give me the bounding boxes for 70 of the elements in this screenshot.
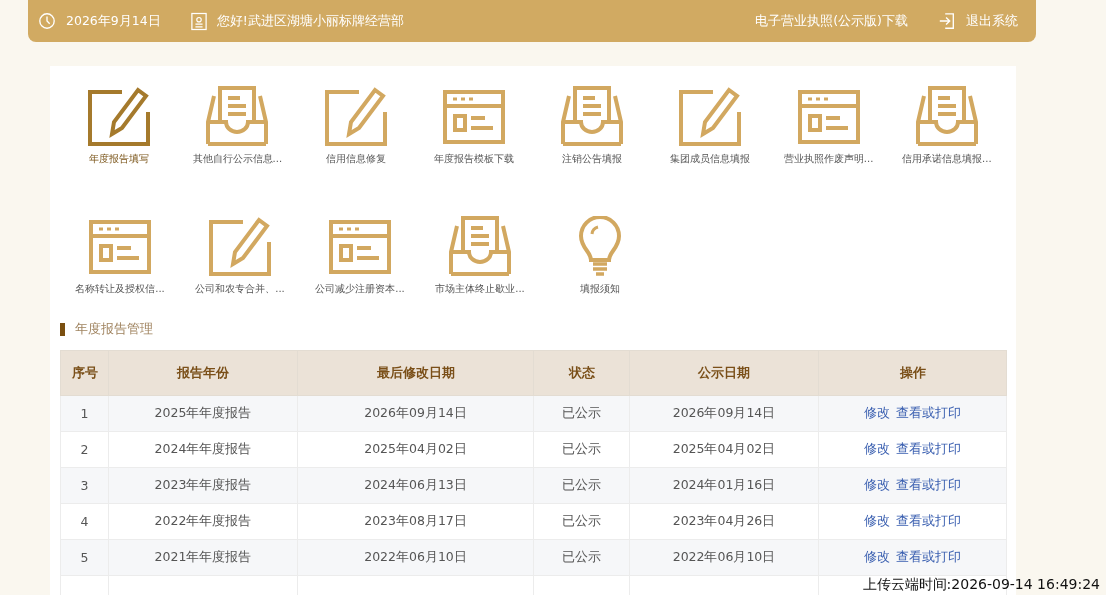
action-link[interactable]: 查看或打印 (896, 477, 961, 492)
action-link[interactable]: 修改 (864, 477, 890, 492)
shortcut-tile[interactable]: 集团成员信息填报 (651, 86, 770, 166)
table-cell: 2026年09月14日 (297, 395, 534, 432)
upload-timestamp: 上传云端时间:2026-09-14 16:49:24 (862, 576, 1100, 592)
section-title: 年度报告管理 (75, 320, 153, 338)
table-cell: 2022年年度报告 (108, 503, 298, 540)
section-marker (60, 322, 65, 336)
table-cell: 1 (60, 395, 109, 432)
table-cell: 2025年年度报告 (108, 395, 298, 432)
table-cell: 2023年04月26日 (629, 503, 819, 540)
greeting-text: 您好!武进区湖塘小丽标牌经营部 (216, 12, 404, 30)
inbox-tray-icon (447, 216, 513, 278)
table-cell: 已公示 (533, 467, 630, 504)
shortcut-tile[interactable]: 营业执照作废声明... (769, 86, 888, 166)
table-cell: 已公示 (533, 395, 630, 432)
user-badge-icon (190, 11, 207, 31)
pencil-edit-icon (677, 86, 744, 148)
shortcut-tile[interactable]: 信用信息修复 (296, 86, 415, 166)
table-cell: 2026年09月14日 (629, 395, 819, 432)
inbox-tray-icon (913, 86, 980, 148)
table-cell: 已公示 (533, 539, 630, 576)
inbox-tray-icon (559, 86, 626, 148)
shortcut-tile[interactable]: 其他自行公示信息... (178, 86, 297, 166)
action-link[interactable]: 查看或打印 (896, 513, 961, 528)
inbox-tray-icon (204, 86, 271, 148)
table-cell: 5 (60, 539, 109, 576)
exit-icon (938, 12, 956, 30)
action-link[interactable]: 查看或打印 (896, 441, 961, 456)
shortcut-tile[interactable]: 信用承诺信息填报... (887, 86, 1006, 166)
table-cell: 2024年01月16日 (629, 467, 819, 504)
action-link[interactable]: 修改 (864, 441, 890, 456)
table-cell: 已公示 (533, 431, 630, 468)
table-cell: 2021年年度报告 (108, 539, 298, 576)
shortcut-tile[interactable]: 注销公告填报 (533, 86, 652, 166)
shortcut-tile[interactable]: 年度报告填写 (60, 86, 179, 166)
table-cell: 2024年年度报告 (108, 431, 298, 468)
column-header: 状态 (533, 350, 630, 396)
pencil-edit-icon (207, 216, 273, 278)
action-link[interactable]: 修改 (864, 405, 890, 420)
column-header: 公示日期 (629, 350, 819, 396)
shortcut-tile[interactable]: 填报须知 (540, 216, 660, 296)
table-cell: 2025年04月02日 (297, 431, 534, 468)
table-cell: 2022年06月10日 (297, 539, 534, 576)
table-cell: 4 (60, 503, 109, 540)
table-cell: 已公示 (533, 503, 630, 540)
column-header: 最后修改日期 (297, 350, 534, 396)
shortcut-tile[interactable]: 年度报告模板下载 (414, 86, 533, 166)
table-cell: 2025年04月02日 (629, 431, 819, 468)
table-cell: 3 (60, 467, 109, 504)
clock-icon (38, 12, 56, 30)
shortcut-tile[interactable]: 名称转让及授权信... (60, 216, 180, 296)
shortcut-tile[interactable]: 市场主体终止歇业... (420, 216, 540, 296)
table-cell: 2024年06月13日 (297, 467, 534, 504)
shortcut-tile[interactable]: 公司和农专合并、... (180, 216, 300, 296)
current-date: 2026年9月14日 (66, 12, 161, 30)
pencil-edit-icon (322, 86, 389, 148)
table-cell: 2022年06月10日 (629, 539, 819, 576)
action-link[interactable]: 修改 (864, 549, 890, 564)
table-cell: 2023年年度报告 (108, 467, 298, 504)
column-header: 序号 (60, 350, 109, 396)
action-link[interactable]: 修改 (864, 513, 890, 528)
table-cell: 2023年08月17日 (297, 503, 534, 540)
pencil-edit-icon (86, 86, 153, 148)
shortcut-tile[interactable]: 公司减少注册资本... (300, 216, 420, 296)
column-header: 操作 (818, 350, 1007, 396)
action-link[interactable]: 查看或打印 (896, 549, 961, 564)
action-link[interactable]: 查看或打印 (896, 405, 961, 420)
table-cell: 2 (60, 431, 109, 468)
column-header: 报告年份 (108, 350, 298, 396)
